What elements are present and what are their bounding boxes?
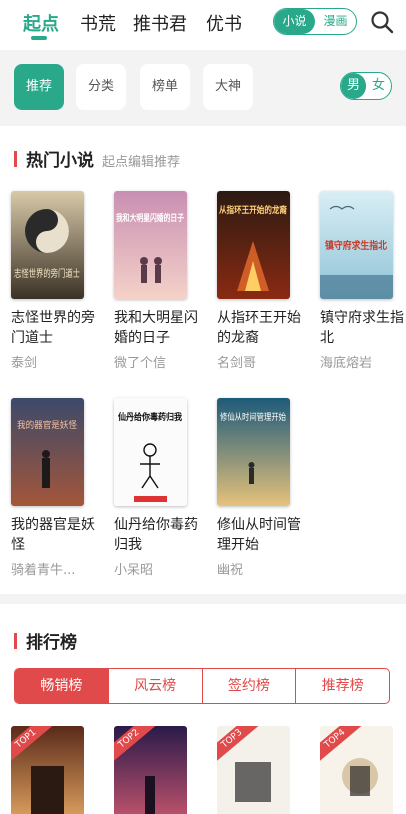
pill-master[interactable]: 大神 <box>203 64 253 110</box>
rank-book-cover[interactable]: TOP2 <box>114 726 187 814</box>
book-title: 镇守府求生指北 <box>320 310 404 346</box>
active-tab-indicator <box>31 36 47 40</box>
book-author: 微了个信 <box>114 356 167 371</box>
book-author: 骑着青牛... <box>11 563 76 578</box>
cover-title: 仙丹给你毒药归我 <box>118 411 182 423</box>
pill-category[interactable]: 分类 <box>76 64 126 110</box>
rank-book-cover[interactable]: TOP1 <box>11 726 84 814</box>
pill-ranking[interactable]: 榜单 <box>140 64 190 110</box>
book-card[interactable]: 我的器官是妖怪 我的器官是妖怪 骑着青牛... <box>11 398 95 578</box>
book-author: 小呆昭 <box>114 563 154 578</box>
book-card[interactable]: 镇守府求生指北 镇守府求生指北 海底熔岩 <box>320 191 404 371</box>
book-cover[interactable]: 我的器官是妖怪 <box>11 398 84 506</box>
book-cover[interactable]: 我和大明星闪婚的日子 <box>114 191 187 299</box>
section-header: 热门小说 起点编辑推荐 <box>14 146 180 171</box>
top-nav: 起点 书荒 推书君 优书 小说 漫画 <box>0 0 406 50</box>
section-subtitle: 起点编辑推荐 <box>102 155 181 170</box>
book-card[interactable]: 仙丹给你毒药归我 仙丹给你毒药归我 小呆昭 <box>114 398 198 578</box>
search-icon[interactable] <box>370 10 394 34</box>
novel-comic-toggle[interactable]: 小说 漫画 <box>273 8 357 35</box>
book-card[interactable]: 修仙从时间管理开始 修仙从时间管理开始 幽祝 <box>217 398 301 578</box>
book-title: 修仙从时间管理开始 <box>217 517 301 553</box>
rank-book-cover[interactable]: TOP4 <box>320 726 393 814</box>
tab-signed[interactable]: 签约榜 <box>201 669 296 703</box>
book-title: 从指环王开始的龙裔 <box>217 310 301 346</box>
book-card[interactable]: 我和大明星闪婚的日子 我和大明星闪婚的日子 微了个信 <box>114 191 198 371</box>
rank-tabs: 畅销榜 风云榜 签约榜 推荐榜 <box>14 668 390 704</box>
book-cover[interactable]: 仙丹给你毒药归我 <box>114 398 187 506</box>
section-title: 排行榜 <box>26 633 77 653</box>
book-author: 泰剑 <box>11 356 38 371</box>
book-title: 我的器官是妖怪 <box>11 517 95 553</box>
toggle-comic[interactable]: 漫画 <box>315 9 356 34</box>
book-cover[interactable]: 从指环王开始的龙裔 <box>217 191 290 299</box>
cover-title: 我的器官是妖怪 <box>17 419 77 431</box>
cover-title: 我和大明星闪婚的日子 <box>116 212 184 224</box>
book-author: 名剑哥 <box>217 356 257 371</box>
gender-female[interactable]: 女 <box>366 73 391 99</box>
book-card[interactable]: 志怪世界的旁门道士 志怪世界的旁门道士 泰剑 <box>11 191 95 371</box>
tab-tuishujun[interactable]: 推书君 <box>133 10 187 36</box>
gender-male[interactable]: 男 <box>341 73 366 99</box>
tab-youshu[interactable]: 优书 <box>206 10 242 36</box>
book-cover[interactable]: 修仙从时间管理开始 <box>217 398 290 506</box>
rank-book-cover[interactable]: TOP3 <box>217 726 290 814</box>
tab-bestseller[interactable]: 畅销榜 <box>15 669 108 703</box>
ranking-section: 排行榜 畅销榜 风云榜 签约榜 推荐榜 TOP1 TOP2 TOP3 TOP4 <box>0 604 406 814</box>
tab-shuhuang[interactable]: 书荒 <box>80 10 116 36</box>
book-title: 仙丹给你毒药归我 <box>114 517 198 553</box>
cover-title: 修仙从时间管理开始 <box>220 411 286 423</box>
book-author: 海底熔岩 <box>320 356 373 371</box>
hot-novels-section: 热门小说 起点编辑推荐 志怪世界的旁门道士 志怪世界的旁门道士 泰剑 我和大明星… <box>0 126 406 594</box>
book-title: 志怪世界的旁门道士 <box>11 310 95 346</box>
tab-recommended[interactable]: 推荐榜 <box>295 669 389 703</box>
cover-title: 镇守府求生指北 <box>325 239 387 252</box>
book-cover[interactable]: 志怪世界的旁门道士 <box>11 191 84 299</box>
section-title: 热门小说 <box>26 151 94 171</box>
pill-recommend[interactable]: 推荐 <box>14 64 64 110</box>
category-bar: 推荐 分类 榜单 大神 男 女 <box>0 52 406 122</box>
tab-fengyun[interactable]: 风云榜 <box>107 669 202 703</box>
book-card[interactable]: 从指环王开始的龙裔 从指环王开始的龙裔 名剑哥 <box>217 191 301 371</box>
toggle-novel[interactable]: 小说 <box>274 9 315 34</box>
book-cover[interactable]: 镇守府求生指北 <box>320 191 393 299</box>
section-header: 排行榜 <box>14 628 77 653</box>
gender-toggle[interactable]: 男 女 <box>340 72 392 100</box>
book-author: 幽祝 <box>217 563 244 578</box>
book-title: 我和大明星闪婚的日子 <box>114 310 198 346</box>
cover-title: 志怪世界的旁门道士 <box>14 267 80 280</box>
cover-title: 从指环王开始的龙裔 <box>219 204 287 216</box>
tab-qidian[interactable]: 起点 <box>23 10 59 36</box>
